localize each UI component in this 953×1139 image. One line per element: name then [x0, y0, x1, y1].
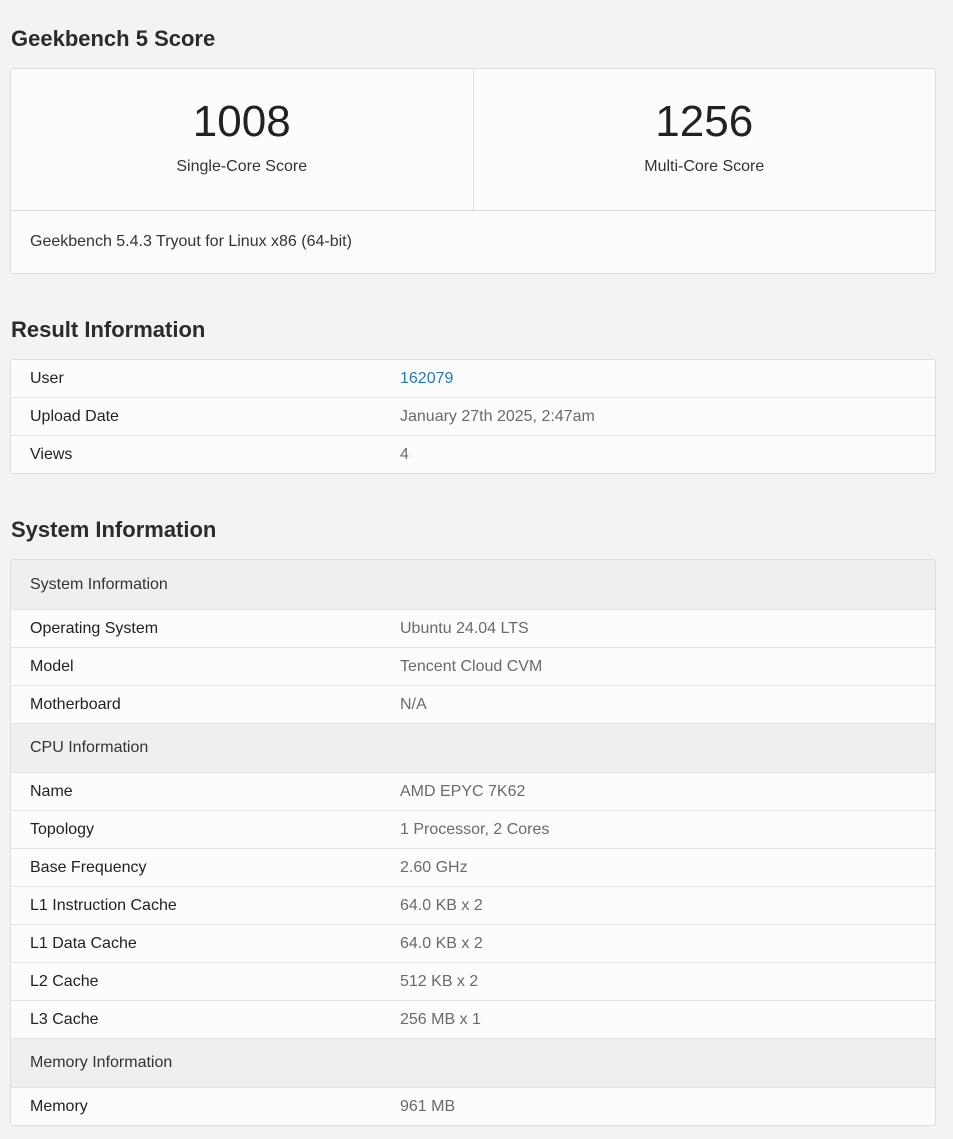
row-value: 1 Processor, 2 Cores [400, 820, 550, 838]
score-section-title: Geekbench 5 Score [11, 26, 216, 51]
row-value: Ubuntu 24.04 LTS [400, 619, 529, 637]
row-key: Model [30, 657, 74, 675]
score-card: 1008 Single-Core Score 1256 Multi-Core S… [10, 68, 936, 274]
system-card: System Information Operating System Ubun… [10, 559, 936, 1126]
system-row-motherboard: Motherboard N/A [11, 685, 935, 723]
system-row-os: Operating System Ubuntu 24.04 LTS [11, 609, 935, 647]
result-row-upload-date: Upload Date January 27th 2025, 2:47am [11, 397, 935, 435]
system-row-model: Model Tencent Cloud CVM [11, 647, 935, 685]
group-header-memory: Memory Information [11, 1038, 935, 1087]
row-value: N/A [400, 695, 427, 713]
cpu-row-l1-instruction: L1 Instruction Cache 64.0 KB x 2 [11, 886, 935, 924]
cpu-row-l1-data: L1 Data Cache 64.0 KB x 2 [11, 924, 935, 962]
row-key: L1 Instruction Cache [30, 896, 177, 914]
multi-core-value: 1256 [655, 97, 754, 146]
row-value: January 27th 2025, 2:47am [400, 407, 595, 425]
row-key: L1 Data Cache [30, 934, 137, 952]
cpu-row-topology: Topology 1 Processor, 2 Cores [11, 810, 935, 848]
multi-core-score: 1256 Multi-Core Score [472, 69, 936, 210]
result-row-views: Views 4 [11, 435, 935, 473]
system-section-title: System Information [11, 517, 217, 542]
group-header-system: System Information [11, 560, 935, 609]
page: Geekbench 5 Score 1008 Single-Core Score… [0, 0, 953, 1139]
result-row-user: User 162079 [11, 360, 935, 397]
scores-row: 1008 Single-Core Score 1256 Multi-Core S… [11, 69, 935, 211]
cpu-row-l2: L2 Cache 512 KB x 2 [11, 962, 935, 1000]
row-value: 256 MB x 1 [400, 1010, 481, 1028]
single-core-score: 1008 Single-Core Score [11, 69, 473, 210]
row-value: Tencent Cloud CVM [400, 657, 543, 675]
row-key: User [30, 369, 64, 387]
result-card: User 162079 Upload Date January 27th 202… [10, 359, 936, 474]
row-key: Upload Date [30, 407, 119, 425]
result-section-title: Result Information [11, 317, 206, 342]
row-key: Views [30, 445, 73, 463]
single-core-label: Single-Core Score [176, 158, 308, 175]
row-key: Operating System [30, 619, 159, 637]
user-link[interactable]: 162079 [400, 370, 453, 388]
row-key: L3 Cache [30, 1010, 99, 1028]
row-key: Motherboard [30, 695, 121, 713]
cpu-row-base-frequency: Base Frequency 2.60 GHz [11, 848, 935, 886]
cpu-row-name: Name AMD EPYC 7K62 [11, 772, 935, 810]
row-key: Base Frequency [30, 858, 147, 876]
platform-text: Geekbench 5.4.3 Tryout for Linux x86 (64… [30, 233, 352, 250]
row-key: Name [30, 782, 73, 800]
memory-row: Memory 961 MB [11, 1087, 935, 1125]
row-key: L2 Cache [30, 972, 99, 990]
group-header-cpu: CPU Information [11, 723, 935, 772]
row-value: 2.60 GHz [400, 858, 468, 876]
row-value: 512 KB x 2 [400, 972, 479, 990]
row-value: AMD EPYC 7K62 [400, 782, 526, 800]
row-value: 64.0 KB x 2 [400, 934, 483, 952]
row-key: Memory [30, 1097, 88, 1115]
single-core-value: 1008 [192, 97, 291, 146]
row-key: Topology [30, 820, 95, 838]
multi-core-label: Multi-Core Score [644, 158, 765, 175]
cpu-row-l3: L3 Cache 256 MB x 1 [11, 1000, 935, 1038]
row-value: 4 [400, 445, 409, 463]
row-value: 961 MB [400, 1097, 456, 1115]
row-value: 64.0 KB x 2 [400, 896, 483, 914]
